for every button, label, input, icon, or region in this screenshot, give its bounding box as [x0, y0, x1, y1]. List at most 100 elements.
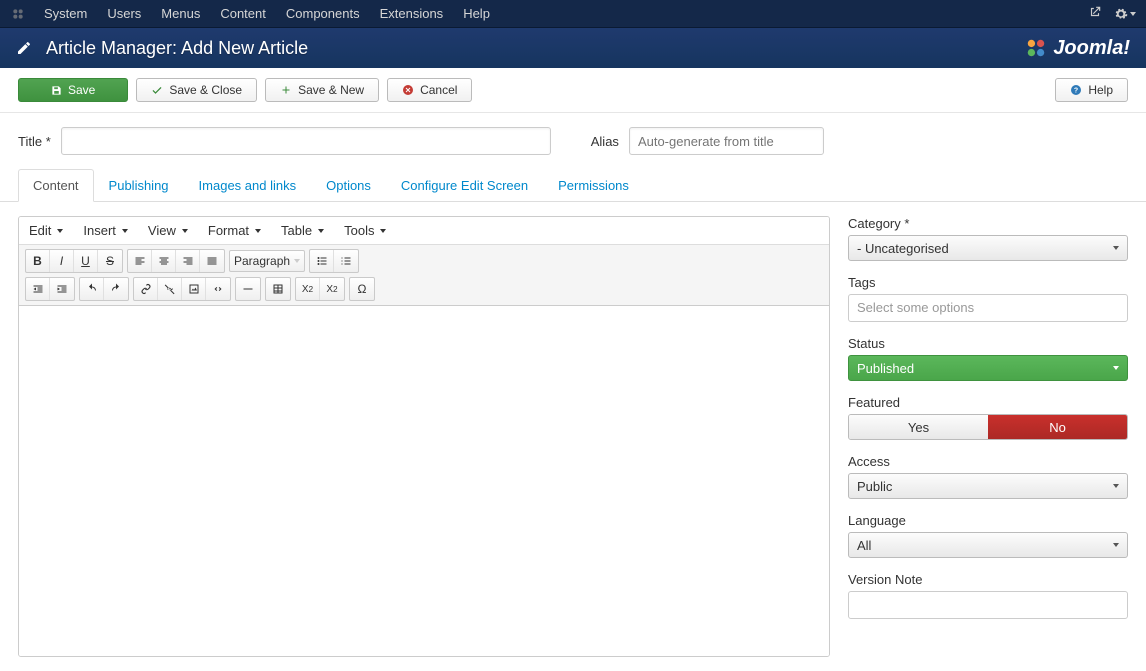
topbar-left: System Users Menus Content Components Ex…	[10, 0, 500, 28]
editor-menu-view[interactable]: View	[148, 223, 188, 238]
align-justify-button[interactable]	[200, 250, 224, 272]
brand-logo: Joomla!	[1025, 37, 1130, 60]
title-input[interactable]	[61, 127, 551, 155]
italic-button[interactable]: I	[50, 250, 74, 272]
language-field: Language All	[848, 513, 1128, 558]
category-select[interactable]: - Uncategorised	[848, 235, 1128, 261]
help-button[interactable]: ? Help	[1055, 78, 1128, 102]
pencil-icon	[16, 40, 32, 56]
table-button[interactable]	[266, 278, 290, 300]
status-select[interactable]: Published	[848, 355, 1128, 381]
status-label: Status	[848, 336, 1128, 351]
tags-label: Tags	[848, 275, 1128, 290]
tab-publishing[interactable]: Publishing	[94, 169, 184, 202]
category-value: - Uncategorised	[857, 241, 949, 256]
action-toolbar: Save Save & Close Save & New Cancel ? He…	[0, 68, 1146, 113]
title-field-wrap: Title *	[18, 127, 551, 155]
redo-button[interactable]	[104, 278, 128, 300]
script-group: X2 X2	[295, 277, 345, 301]
featured-field: Featured Yes No	[848, 395, 1128, 440]
access-field: Access Public	[848, 454, 1128, 499]
image-button[interactable]	[182, 278, 206, 300]
tags-input[interactable]: Select some options	[848, 294, 1128, 322]
align-group	[127, 249, 225, 273]
number-list-button[interactable]	[334, 250, 358, 272]
chevron-down-icon	[318, 229, 324, 233]
align-right-button[interactable]	[176, 250, 200, 272]
paragraph-format-label: Paragraph	[234, 254, 290, 268]
tab-content[interactable]: Content	[18, 169, 94, 202]
subscript-button[interactable]: X2	[296, 278, 320, 300]
topbar-item-extensions[interactable]: Extensions	[370, 0, 454, 28]
topbar-item-components[interactable]: Components	[276, 0, 370, 28]
editor-menu-format[interactable]: Format	[208, 223, 261, 238]
tags-field: Tags Select some options	[848, 275, 1128, 322]
editor-canvas[interactable]	[19, 306, 829, 656]
save-close-button[interactable]: Save & Close	[136, 78, 257, 102]
list-group	[309, 249, 359, 273]
editor-menu-tools[interactable]: Tools	[344, 223, 386, 238]
chevron-down-icon	[1130, 12, 1136, 16]
tab-images-links[interactable]: Images and links	[184, 169, 312, 202]
align-center-button[interactable]	[152, 250, 176, 272]
featured-yes[interactable]: Yes	[849, 415, 988, 439]
outdent-button[interactable]	[26, 278, 50, 300]
page-title: Article Manager: Add New Article	[46, 38, 308, 59]
cancel-button[interactable]: Cancel	[387, 78, 472, 102]
editor-menu-insert[interactable]: Insert	[83, 223, 128, 238]
settings-dropdown[interactable]	[1114, 7, 1136, 21]
indent-button[interactable]	[50, 278, 74, 300]
underline-button[interactable]: U	[74, 250, 98, 272]
chevron-down-icon	[1113, 543, 1119, 547]
unlink-button[interactable]	[158, 278, 182, 300]
featured-toggle: Yes No	[848, 414, 1128, 440]
save-new-button[interactable]: Save & New	[265, 78, 379, 102]
help-icon: ?	[1070, 84, 1082, 96]
cancel-icon	[402, 84, 414, 96]
hr-button[interactable]	[236, 278, 260, 300]
external-link-icon[interactable]	[1088, 5, 1102, 22]
tab-permissions[interactable]: Permissions	[543, 169, 644, 202]
featured-no[interactable]: No	[988, 415, 1127, 439]
version-note-input[interactable]	[848, 591, 1128, 619]
hr-group	[235, 277, 261, 301]
save-close-label: Save & Close	[169, 83, 242, 97]
code-button[interactable]	[206, 278, 230, 300]
joomla-icon	[10, 6, 26, 22]
editor-menubar: Edit Insert View Format Table Tools	[19, 217, 829, 245]
chevron-down-icon	[1113, 246, 1119, 250]
strikethrough-button[interactable]: S	[98, 250, 122, 272]
topbar-item-help[interactable]: Help	[453, 0, 500, 28]
align-left-button[interactable]	[128, 250, 152, 272]
editor-menu-edit-label: Edit	[29, 223, 51, 238]
access-select[interactable]: Public	[848, 473, 1128, 499]
language-select[interactable]: All	[848, 532, 1128, 558]
editor-toolbar: B I U S Paragraph	[19, 245, 829, 306]
topbar-item-users[interactable]: Users	[97, 0, 151, 28]
undo-button[interactable]	[80, 278, 104, 300]
editor-menu-insert-label: Insert	[83, 223, 116, 238]
alias-input[interactable]	[629, 127, 824, 155]
chevron-down-icon	[57, 229, 63, 233]
link-button[interactable]	[134, 278, 158, 300]
tab-configure-edit[interactable]: Configure Edit Screen	[386, 169, 543, 202]
bullet-list-button[interactable]	[310, 250, 334, 272]
chevron-down-icon	[1113, 484, 1119, 488]
gear-icon	[1114, 7, 1128, 21]
bold-button[interactable]: B	[26, 250, 50, 272]
special-char-button[interactable]: Ω	[350, 278, 374, 300]
superscript-button[interactable]: X2	[320, 278, 344, 300]
access-value: Public	[857, 479, 892, 494]
tab-options[interactable]: Options	[311, 169, 386, 202]
topbar-item-system[interactable]: System	[34, 0, 97, 28]
sidebar: Category * - Uncategorised Tags Select s…	[848, 216, 1128, 619]
editor-menu-edit[interactable]: Edit	[29, 223, 63, 238]
save-button[interactable]: Save	[18, 78, 128, 102]
topbar-item-content[interactable]: Content	[210, 0, 276, 28]
paragraph-format-select[interactable]: Paragraph	[229, 250, 305, 272]
topbar-item-menus[interactable]: Menus	[151, 0, 210, 28]
editor-menu-table-label: Table	[281, 223, 312, 238]
editor-menu-table[interactable]: Table	[281, 223, 324, 238]
editor-box: Edit Insert View Format Table Tools B I …	[18, 216, 830, 657]
tab-bar: Content Publishing Images and links Opti…	[0, 169, 1146, 202]
